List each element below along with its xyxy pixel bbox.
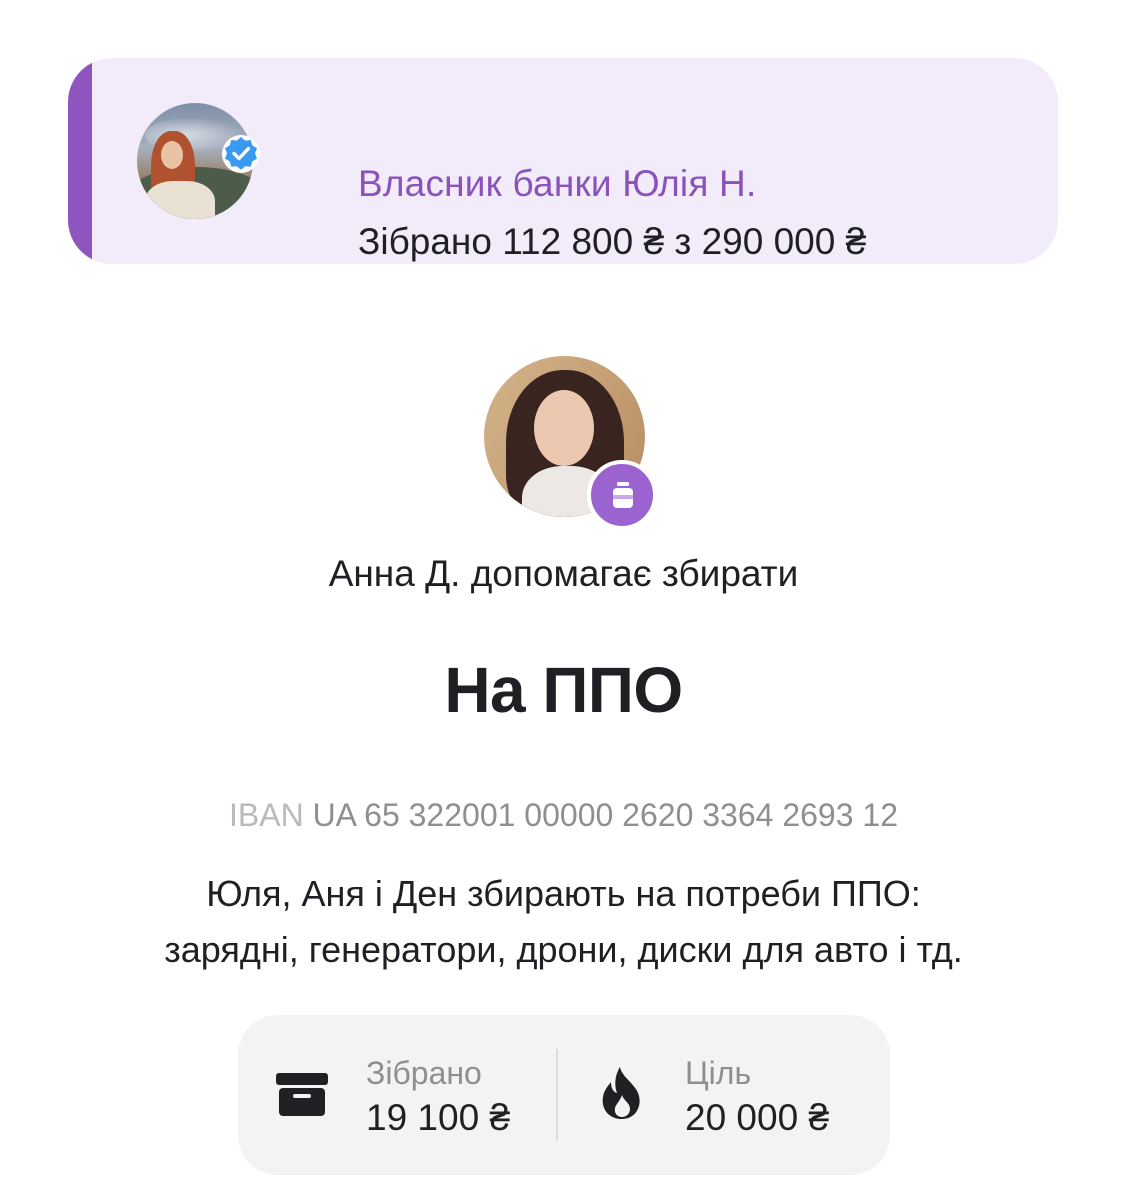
- jar-badge: [587, 460, 657, 530]
- description-line: Юля, Аня і Ден збирають на потреби ППО:: [206, 873, 921, 914]
- collected-label: Зібрано: [366, 1055, 482, 1091]
- owner-name: Власник банки Юлія Н.: [358, 163, 757, 204]
- jar-icon: [613, 482, 633, 508]
- goal-label: Ціль: [685, 1055, 752, 1091]
- collected-value: 19 100 ₴: [366, 1097, 511, 1138]
- iban[interactable]: IBAN UA 65 322001 00000 2620 3364 2693 1…: [0, 797, 1127, 834]
- stats-divider: [556, 1049, 558, 1141]
- description-line: зарядні, генератори, дрони, диски для ав…: [164, 929, 963, 970]
- owner-card[interactable]: Власник банки Юлія Н. Зібрано 112 800 ₴ …: [68, 58, 1058, 264]
- goal-value: 20 000 ₴: [685, 1097, 830, 1138]
- jar-title: На ППО: [444, 654, 683, 726]
- owner-collected-summary: Зібрано 112 800 ₴ з 290 000 ₴: [358, 221, 867, 262]
- helper-text: Анна Д. допомагає збирати: [328, 553, 799, 594]
- jar-description: Юля, Аня і Ден збирають на потреби ППО: …: [40, 866, 1087, 978]
- fire-icon: [602, 1067, 640, 1119]
- archive-box-icon: [276, 1073, 328, 1116]
- verified-check-icon: [222, 135, 260, 173]
- iban-label: IBAN: [228, 797, 304, 833]
- iban-value[interactable]: UA 65 322001 00000 2620 3364 2693 12: [313, 797, 898, 833]
- owner-card-accent-bar: [68, 58, 92, 264]
- stats-card: Зібрано 19 100 ₴ Ціль 20 000 ₴: [238, 1015, 890, 1175]
